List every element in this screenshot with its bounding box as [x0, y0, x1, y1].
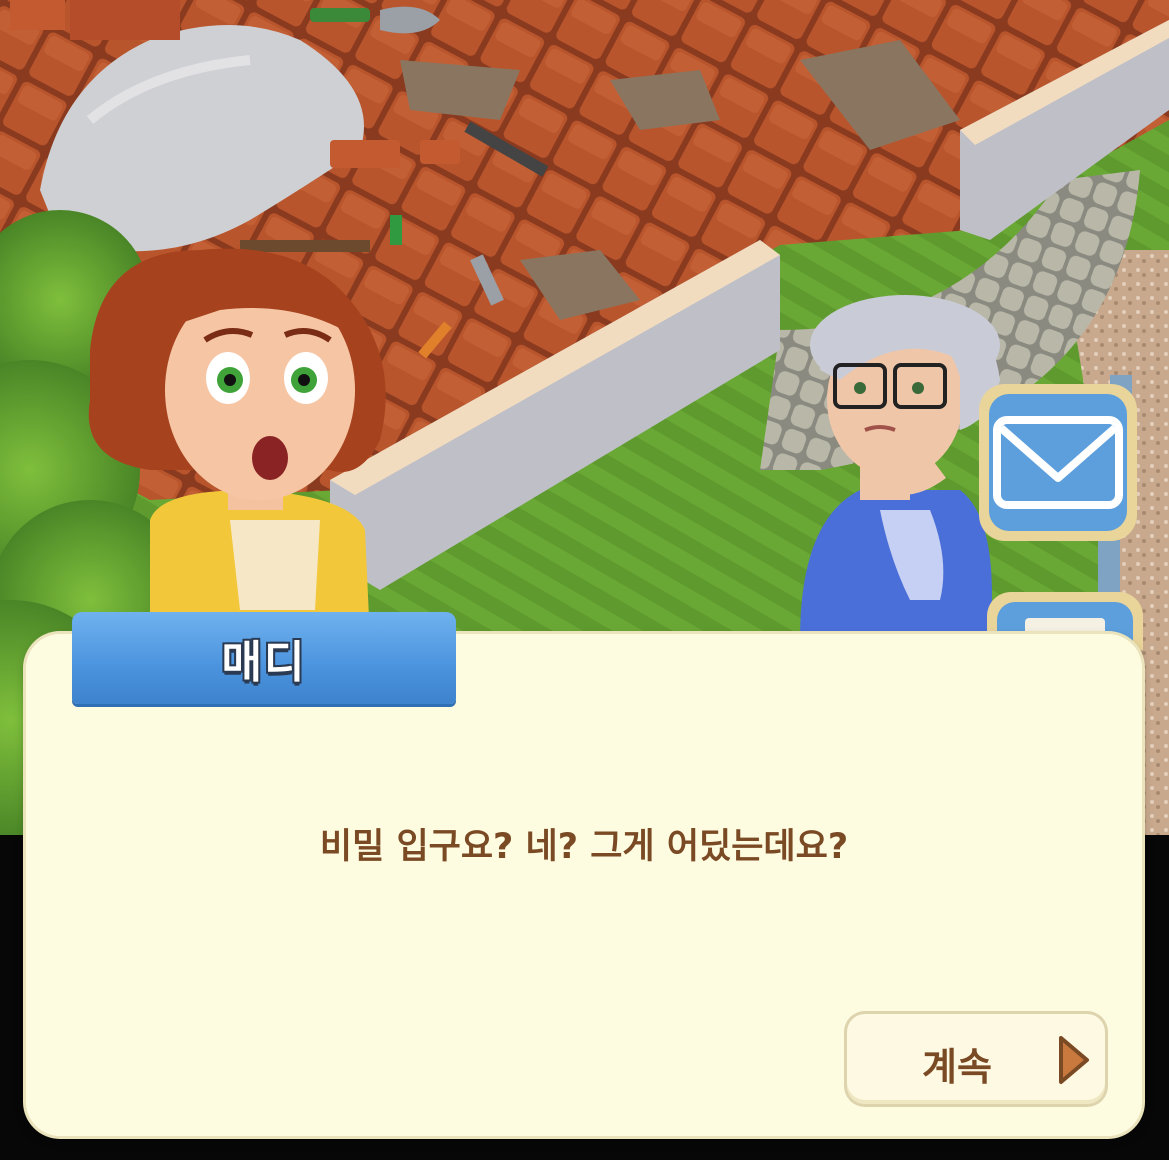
speaker-name-tab: 매디 [72, 612, 456, 704]
play-arrow-icon [1057, 1034, 1091, 1090]
speaker-name: 매디 [221, 637, 307, 688]
mail-icon [979, 384, 1137, 541]
continue-button[interactable]: 계속 [847, 1014, 1105, 1104]
mail-button[interactable] [975, 380, 1141, 545]
continue-label: 계속 [922, 1045, 992, 1089]
dialogue-text: 비밀 입구요? 네? 그게 어딨는데요? [319, 827, 849, 867]
